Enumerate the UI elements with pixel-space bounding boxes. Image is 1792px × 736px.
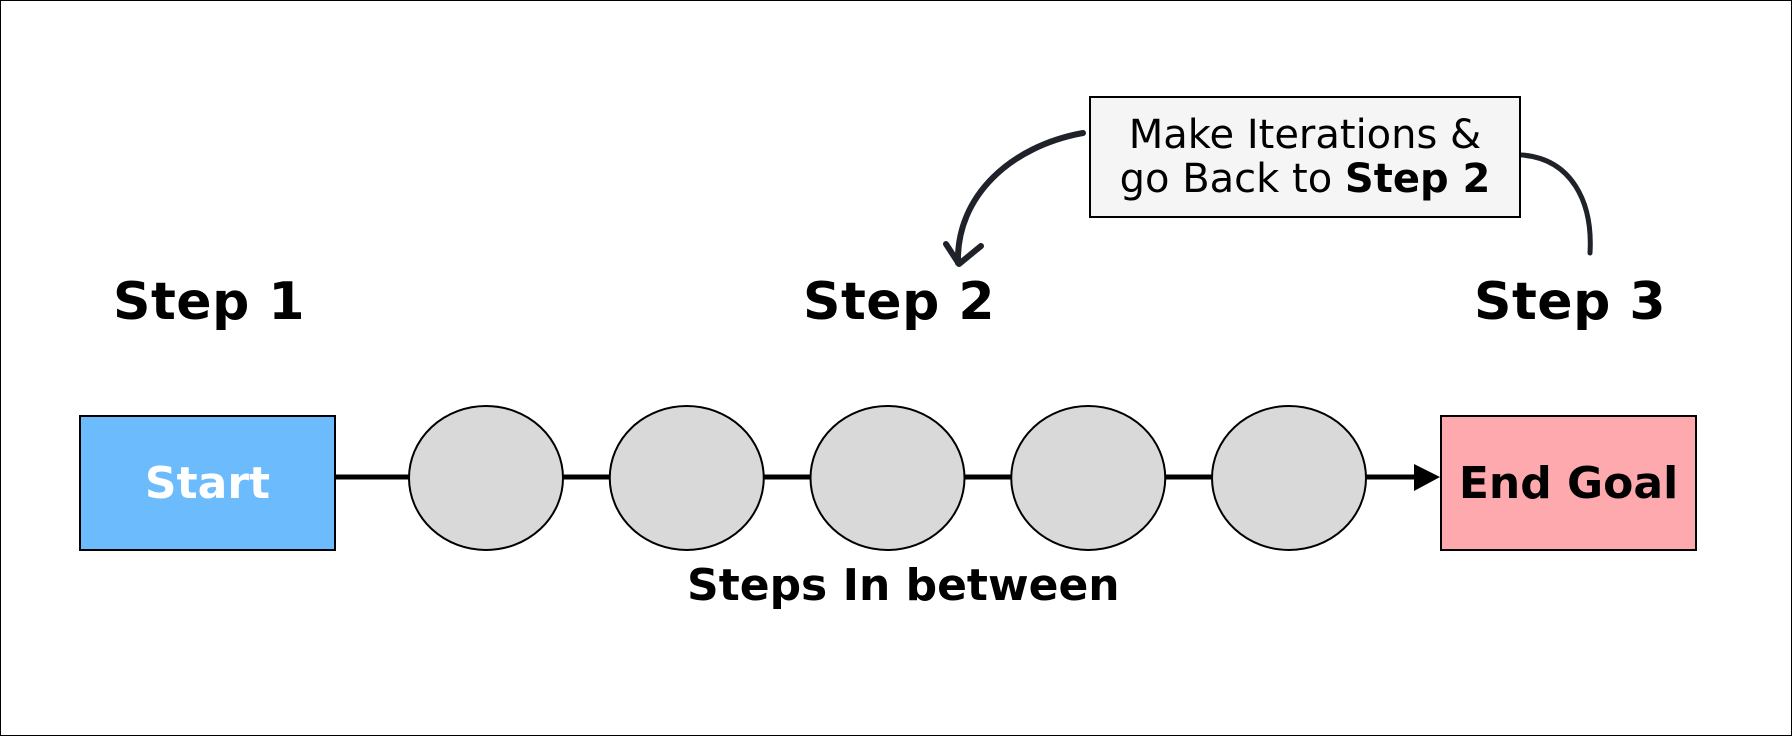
step-3-label: Step 3 [1474, 272, 1667, 332]
arrow-head-step2-icon [943, 241, 984, 267]
iteration-note: Make Iterations & go Back to Step 2 [1089, 96, 1521, 218]
diagram-svg [336, 130, 1593, 551]
start-label: Start [144, 457, 271, 509]
intermediate-step-node [608, 405, 765, 551]
step-1-label: Step 1 [113, 272, 306, 332]
note-line-2-text: go Back to [1119, 156, 1345, 202]
diagram-canvas: Step 1 Step 2 Step 3 Start End Goal Make… [0, 0, 1792, 736]
end-goal-node: End Goal [1440, 415, 1697, 551]
steps-in-between-text: Steps In between [687, 560, 1120, 611]
note-line-1: Make Iterations & [1128, 112, 1482, 158]
intermediate-step-node [809, 405, 966, 551]
intermediate-step-node [408, 405, 564, 551]
arrowhead-icon [1414, 464, 1440, 491]
loop-origin-curve [1519, 152, 1593, 256]
loop-back-arrow [954, 130, 1086, 266]
intermediate-step-node [1211, 405, 1367, 551]
steps-in-between-label: Steps In between [687, 564, 1120, 608]
end-goal-label: End Goal [1458, 457, 1679, 509]
intermediate-nodes [408, 405, 1367, 551]
start-node: Start [79, 415, 336, 551]
intermediate-step-node [1010, 405, 1167, 551]
note-line-2-bold: Step 2 [1344, 156, 1491, 202]
note-line-2: go Back to Step 2 [1120, 157, 1491, 201]
step-2-label: Step 2 [803, 272, 996, 332]
